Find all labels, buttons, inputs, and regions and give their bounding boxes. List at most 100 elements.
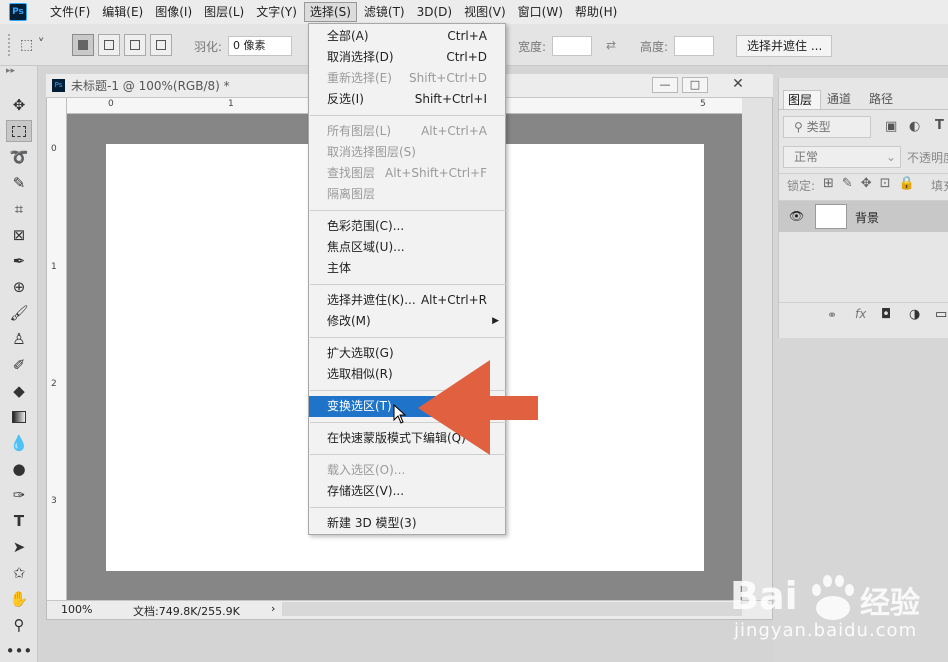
menu-item[interactable]: 所有图层(L) Alt+Ctrl+A	[309, 121, 505, 142]
menu-item-label: 选取相似(R)	[327, 367, 393, 381]
link-icon[interactable]: ⚭	[827, 308, 837, 322]
eyedropper-tool-icon[interactable]: ✒	[6, 250, 32, 272]
lock-icons[interactable]: ⊞✎✥⊡🔒	[823, 176, 923, 191]
vertical-scrollbar[interactable]	[742, 98, 772, 600]
add-selection-button[interactable]	[98, 34, 120, 56]
zoom-tool-icon[interactable]: ⚲	[6, 614, 32, 636]
menu-item[interactable]: 主体	[309, 258, 505, 279]
maximize-button[interactable]: □	[682, 77, 708, 93]
frame-tool-icon[interactable]: ⊠	[6, 224, 32, 246]
zoom-level[interactable]: 100%	[61, 603, 92, 616]
pen-tool-icon[interactable]: ✑	[6, 484, 32, 506]
layer-filter-select[interactable]: ⚲ 类型	[783, 116, 871, 138]
adjustment-filter-icon[interactable]: ◐	[909, 119, 920, 134]
chevron-down-icon: ⌄	[885, 150, 896, 164]
ruler-label: 2	[51, 379, 57, 389]
tab-channels[interactable]: 通道	[827, 90, 861, 109]
marquee-tool-icon[interactable]	[6, 120, 32, 142]
path-select-tool-icon[interactable]: ➤	[6, 536, 32, 558]
menu-item-label: 主体	[327, 261, 352, 275]
horizontal-scrollbar[interactable]	[282, 602, 742, 616]
eye-icon[interactable]: 👁	[789, 209, 804, 223]
eraser-tool-icon[interactable]: ◆	[6, 380, 32, 402]
menu-image[interactable]: 图像(I)	[150, 2, 197, 22]
menu-3d[interactable]: 3D(D)	[412, 2, 457, 22]
fx-icon[interactable]: fx	[855, 307, 866, 321]
menu-window[interactable]: 窗口(W)	[513, 2, 568, 22]
menu-view[interactable]: 视图(V)	[459, 2, 511, 22]
swap-icon[interactable]: ⇄	[606, 38, 616, 52]
blur-tool-icon[interactable]: 💧	[6, 432, 32, 454]
menu-help[interactable]: 帮助(H)	[570, 2, 622, 22]
image-filter-icon[interactable]: ▣	[885, 119, 897, 134]
tab-layers[interactable]: 图层	[783, 90, 821, 109]
menu-type[interactable]: 文字(Y)	[251, 2, 302, 22]
marquee-preset-icon[interactable]: ⬚ ˅	[20, 34, 50, 56]
menu-item[interactable]: 色彩范围(C)...	[309, 216, 505, 237]
menu-item[interactable]: 查找图层 Alt+Shift+Ctrl+F	[309, 163, 505, 184]
mask-icon[interactable]: ◘	[881, 307, 891, 322]
menu-item[interactable]: 重新选择(E) Shift+Ctrl+D	[309, 68, 505, 89]
tab-paths[interactable]: 路径	[869, 90, 903, 109]
crop-tool-icon[interactable]: ⌗	[6, 198, 32, 220]
more-tools-icon[interactable]: •••	[6, 640, 33, 662]
shape-tool-icon[interactable]: ✩	[6, 562, 32, 584]
feather-input[interactable]: 0 像素	[228, 36, 292, 56]
menu-item-label: 色彩范围(C)...	[327, 219, 405, 233]
ruler-label: 0	[108, 99, 114, 109]
layer-row[interactable]: 👁 背景	[779, 201, 948, 232]
mouse-cursor-icon	[393, 404, 407, 424]
gradient-tool-icon[interactable]	[6, 406, 32, 428]
stamp-tool-icon[interactable]: ♙	[6, 328, 32, 350]
type-tool-icon[interactable]: T	[6, 510, 32, 532]
menu-filter[interactable]: 滤镜(T)	[359, 2, 410, 22]
menu-item[interactable]: 焦点区域(U)...	[309, 237, 505, 258]
menu-item[interactable]: 全部(A) Ctrl+A	[309, 26, 505, 47]
menu-item[interactable]: 修改(M) ▶	[309, 311, 505, 332]
dodge-tool-icon[interactable]: ●	[6, 458, 32, 480]
menu-item-label: 查找图层	[327, 166, 376, 180]
intersect-selection-button[interactable]	[150, 34, 172, 56]
menu-item[interactable]: 隔离图层	[309, 184, 505, 205]
select-and-mask-button[interactable]: 选择并遮住 ...	[736, 35, 832, 57]
ruler-label: 1	[228, 99, 234, 109]
menu-item[interactable]: 取消选择图层(S)	[309, 142, 505, 163]
menu-item-label: 取消选择(D)	[327, 50, 394, 64]
adjustment-layer-icon[interactable]: ◑	[909, 307, 920, 322]
type-filter-icon[interactable]: T	[935, 118, 944, 133]
folder-icon[interactable]: ▭	[935, 307, 947, 322]
lasso-tool-icon[interactable]: ➰	[6, 146, 32, 168]
menu-item-shortcut: Ctrl+A	[447, 29, 487, 43]
close-button[interactable]: ✕	[712, 77, 764, 93]
watermark-brand-left: Bai	[730, 574, 798, 618]
menu-item-shortcut: Alt+Ctrl+R	[420, 293, 487, 307]
quick-select-tool-icon[interactable]: ✎	[6, 172, 32, 194]
menu-item[interactable]: 载入选区(O)...	[309, 460, 505, 481]
menu-layer[interactable]: 图层(L)	[199, 2, 249, 22]
status-menu-arrow[interactable]: ›	[271, 602, 275, 615]
menu-item[interactable]: 选择并遮住(K)... Alt+Ctrl+R	[309, 290, 505, 311]
menu-item[interactable]: 新建 3D 模型(3)	[309, 513, 505, 534]
history-brush-tool-icon[interactable]: ✐	[6, 354, 32, 376]
menu-select[interactable]: 选择(S)	[303, 2, 357, 22]
hand-tool-icon[interactable]: ✋	[6, 588, 32, 610]
brush-tool-icon[interactable]: 🖌	[6, 302, 32, 324]
collapse-icon[interactable]: ▸▸	[6, 66, 15, 76]
menu-file[interactable]: 文件(F)	[45, 2, 95, 22]
menu-item[interactable]: 存储选区(V)...	[309, 481, 505, 502]
minimize-button[interactable]: —	[652, 77, 678, 93]
menu-item[interactable]: 反选(I) Shift+Ctrl+I	[309, 89, 505, 110]
menu-item-label: 焦点区域(U)...	[327, 240, 405, 254]
menu-edit[interactable]: 编辑(E)	[97, 2, 148, 22]
width-label: 宽度:	[518, 40, 547, 54]
move-tool-icon[interactable]: ✥	[6, 94, 32, 116]
subtract-selection-button[interactable]	[124, 34, 146, 56]
ruler-label: 1	[51, 262, 57, 272]
new-selection-button[interactable]	[72, 34, 94, 56]
blend-mode-select[interactable]: 正常 ⌄	[783, 146, 901, 168]
menu-bar: Ps 文件(F) 编辑(E) 图像(I) 图层(L) 文字(Y) 选择(S) 滤…	[0, 0, 948, 24]
height-input[interactable]	[674, 36, 714, 56]
width-input[interactable]	[552, 36, 592, 56]
menu-item[interactable]: 取消选择(D) Ctrl+D	[309, 47, 505, 68]
healing-tool-icon[interactable]: ⊕	[6, 276, 32, 298]
